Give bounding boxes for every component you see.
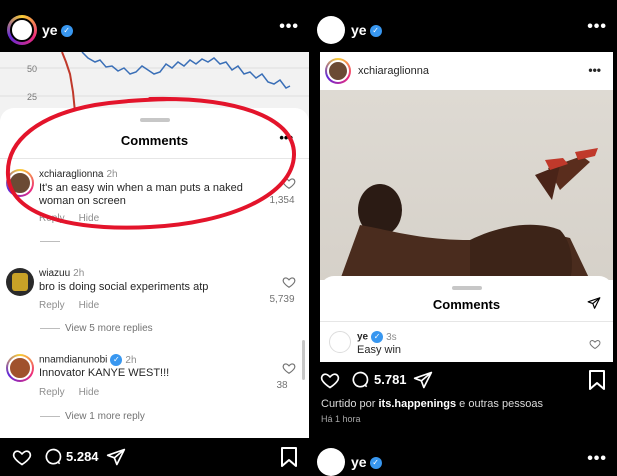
commenter-avatar[interactable] [6,268,34,296]
comments-sheet: Comments ••• xchiaraglionna 2h It's an ea… [0,108,309,438]
comment-actions: Reply Hide [39,213,113,224]
sheet-more-icon[interactable]: ••• [279,130,293,145]
reply-button[interactable]: Reply [39,387,65,398]
comment-username[interactable]: ye ✓ 3s [357,331,397,343]
commenter-avatar[interactable] [6,354,34,382]
verified-badge-icon: ✓ [371,331,384,343]
right-action-bar: 5.781 [309,362,617,402]
comment-text: bro is doing social experiments atp [39,281,209,293]
commenter-avatar[interactable] [329,331,351,353]
post-username[interactable]: ye ✓ [351,22,382,38]
sheet-drag-handle[interactable] [139,118,170,122]
scrollbar[interactable] [302,340,305,380]
post-username[interactable]: ye ✓ [42,22,73,38]
comment-bubble-icon[interactable] [43,447,63,467]
like-heart-icon[interactable] [320,370,340,390]
comment-text: It's an easy win when a man puts a naked… [39,182,243,207]
post-photo [320,90,613,280]
commenter-avatar[interactable] [6,169,34,197]
liked-by-user[interactable]: its.happenings [378,398,456,410]
profile-avatar[interactable] [317,16,345,44]
comment-actions: Reply Hide [39,387,113,398]
comment-actions: Reply Hide [39,300,113,311]
chart-tick-label: 50 [27,64,37,74]
like-heart-icon[interactable] [12,447,32,467]
left-action-bar: 5.284 [0,438,309,476]
embedded-post-header: xchiaraglionna ••• [320,52,613,90]
verified-badge-icon: ✓ [369,25,382,38]
more-options-icon[interactable]: ••• [587,18,607,36]
like-heart-icon[interactable] [282,361,296,375]
hide-button[interactable]: Hide [79,213,100,224]
like-heart-icon[interactable] [589,338,601,350]
hidden-replies-line [40,239,170,243]
bookmark-icon[interactable] [589,370,605,390]
like-count: 5,739 [269,294,295,305]
divider [0,158,309,159]
comment-username[interactable]: nnamdianunobi ✓ 2h [39,354,137,366]
post-timestamp: Há 1 hora [321,414,361,424]
share-send-icon[interactable] [413,370,433,390]
comment-text: Easy win [357,344,402,356]
comments-sheet: Comments ye ✓ 3s Easy win [320,276,613,360]
embedded-more-icon[interactable]: ••• [588,63,601,77]
more-options-icon[interactable]: ••• [279,18,299,36]
profile-avatar[interactable] [7,15,37,45]
next-post-header: ye ✓ ••• [309,440,617,476]
share-send-icon[interactable] [587,296,601,310]
like-count: 1,354 [269,195,295,206]
hide-button[interactable]: Hide [79,387,100,398]
like-heart-icon[interactable] [282,176,296,190]
embedded-post-username[interactable]: xchiaraglionna [358,65,429,77]
left-post-header: ye ✓ ••• [0,0,309,52]
liked-by-text: Curtido por its.happenings e outras pess… [321,398,543,410]
verified-badge-icon: ✓ [369,457,382,470]
profile-avatar[interactable] [317,448,345,476]
chart-tick-label: 25 [27,92,37,102]
more-options-icon[interactable]: ••• [587,450,607,468]
left-screenshot: ye ✓ ••• 50 25 Comments ••• xchiaraglionn… [0,0,309,476]
like-heart-icon[interactable] [282,275,296,289]
view-replies-button[interactable]: View 1 more reply [40,411,145,422]
like-count: 38 [276,380,288,391]
right-post-header: ye ✓ ••• [309,0,617,52]
sheet-title: Comments [120,133,189,148]
comment-username[interactable]: wiazuu 2h [39,268,84,279]
sheet-title: Comments [432,297,501,312]
comments-count: 5.284 [66,449,99,464]
post-username[interactable]: ye ✓ [351,454,382,470]
comment-username[interactable]: xchiaraglionna 2h [39,169,118,180]
reply-button[interactable]: Reply [39,213,65,224]
right-screenshot: ye✓ ••• xchiaraglionna ••• Comments ye [309,0,617,476]
comment-bubble-icon[interactable] [350,370,370,390]
bookmark-icon[interactable] [281,447,297,467]
share-send-icon[interactable] [106,447,126,467]
hide-button[interactable]: Hide [79,300,100,311]
embedded-post-avatar[interactable] [325,58,351,84]
comments-count: 5.781 [374,372,407,387]
verified-badge-icon: ✓ [60,25,73,38]
sheet-drag-handle[interactable] [451,286,482,290]
reply-button[interactable]: Reply [39,300,65,311]
verified-badge-icon: ✓ [110,354,123,366]
comment-text: Innovator KANYE WEST!!! [39,367,170,379]
view-replies-button[interactable]: View 5 more replies [40,323,153,334]
divider [320,321,613,322]
